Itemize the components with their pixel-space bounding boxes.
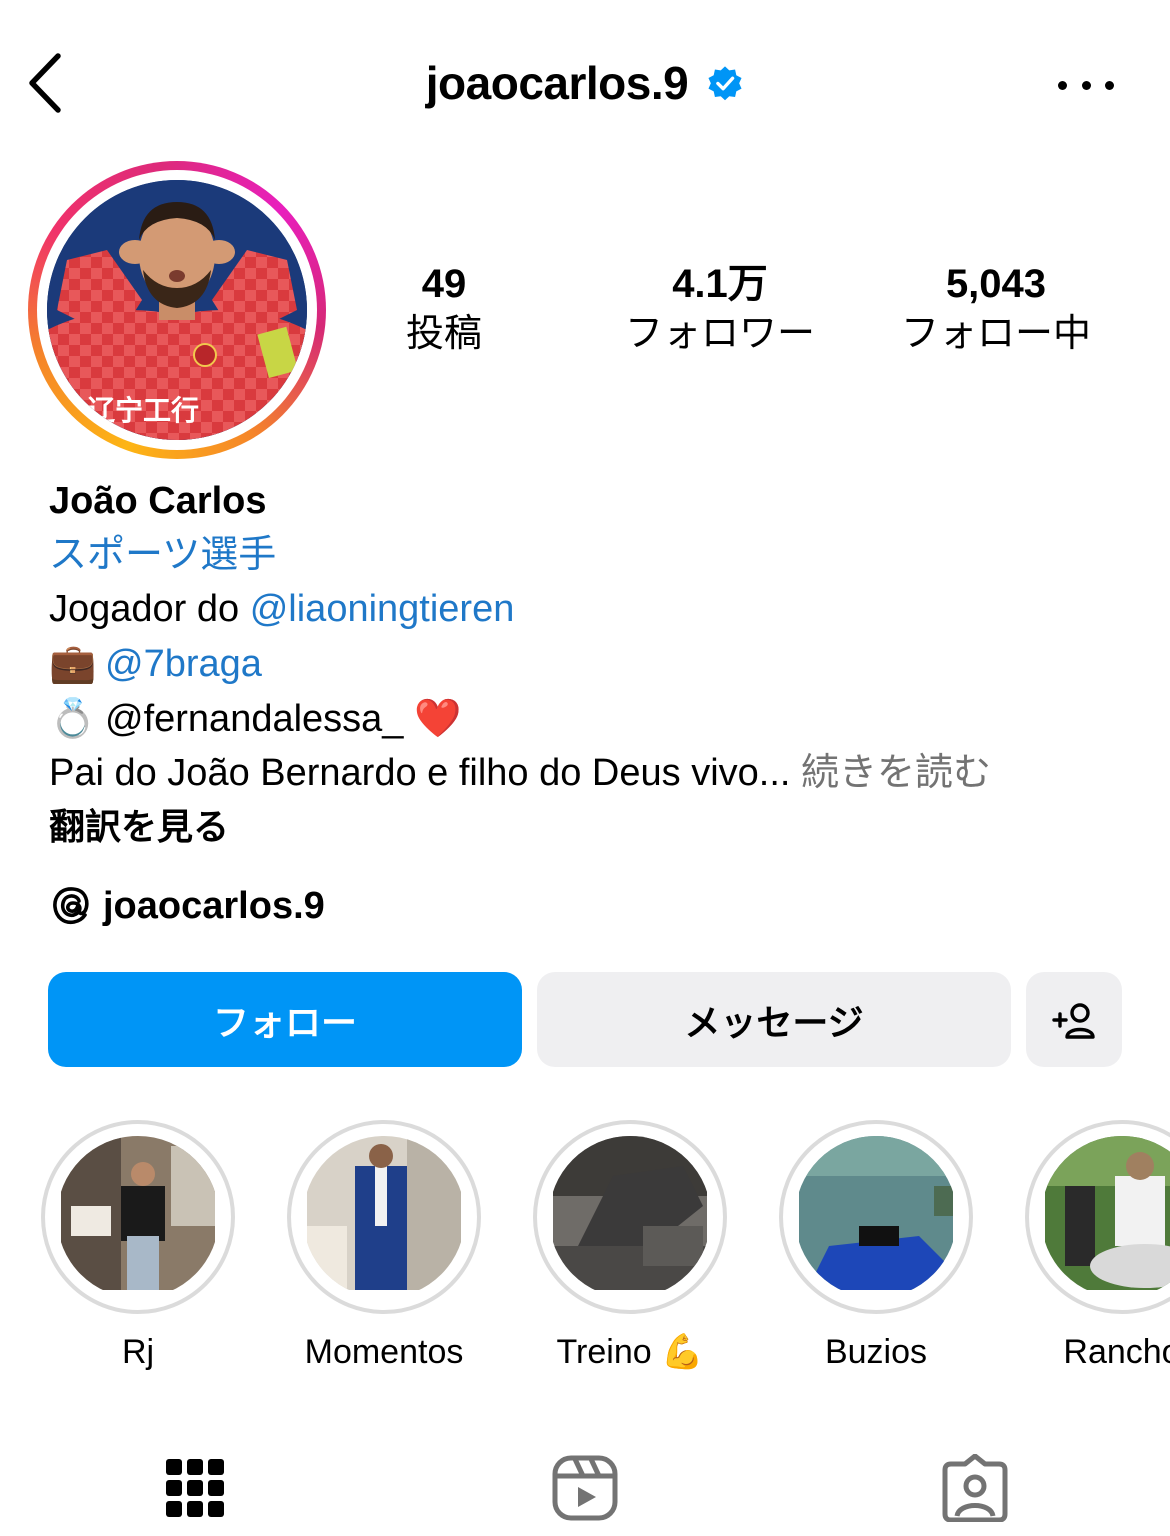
- category-label[interactable]: スポーツ選手: [49, 528, 1129, 582]
- highlight-rj[interactable]: Rj: [15, 1120, 261, 1374]
- highlight-ring: [1025, 1120, 1170, 1314]
- profile-tabs: [0, 1440, 1170, 1536]
- highlight-label: Buzios: [824, 1333, 928, 1371]
- highlight-cover: [57, 1136, 219, 1298]
- message-button[interactable]: メッセージ: [537, 972, 1011, 1067]
- heart-icon: ❤️: [414, 698, 462, 740]
- stat-followers-value: 4.1万: [672, 262, 768, 306]
- more-options-button[interactable]: [1058, 70, 1114, 100]
- ring-icon: 💍: [49, 696, 97, 740]
- highlight-label: Momentos: [304, 1333, 464, 1371]
- threads-handle: joaocarlos.9: [103, 884, 325, 927]
- highlight-ring: [533, 1120, 727, 1314]
- tagged-icon: [942, 1454, 1008, 1522]
- story-highlights: Rj Momentos Treino 💪 Buzios Rancho: [0, 1120, 1170, 1380]
- avatar-photo: 辽宁工行: [47, 180, 307, 440]
- bio-text: Jogador do: [49, 588, 250, 630]
- highlight-cover: [303, 1136, 465, 1298]
- tab-tagged[interactable]: [935, 1448, 1015, 1528]
- highlight-photo: [1045, 1136, 1170, 1290]
- mention-link[interactable]: @7braga: [105, 643, 262, 685]
- highlight-cover: [1041, 1136, 1170, 1298]
- header-title: joaocarlos.9: [0, 56, 1170, 110]
- bio-line-description: Pai do João Bernardo e filho do Deus viv…: [49, 746, 1129, 800]
- highlight-ring: [287, 1120, 481, 1314]
- display-name: João Carlos: [49, 480, 267, 522]
- bio-line-manager: 💼 @7braga: [49, 636, 1129, 691]
- tab-posts[interactable]: [155, 1448, 235, 1528]
- stat-followers-label: フォロワー: [624, 313, 815, 355]
- stat-posts-label: 投稿: [405, 313, 482, 355]
- highlight-photo: [61, 1136, 215, 1290]
- grid-icon: [166, 1459, 224, 1517]
- username: joaocarlos.9: [425, 57, 689, 109]
- highlight-photo: [553, 1136, 707, 1290]
- highlight-photo: [799, 1136, 953, 1290]
- highlight-cover: [795, 1136, 957, 1298]
- more-dot: [1081, 80, 1091, 90]
- threads-icon: [53, 887, 89, 925]
- stat-following-value: 5,043: [945, 262, 1047, 306]
- threads-link[interactable]: joaocarlos.9: [49, 884, 325, 928]
- highlight-ring: [779, 1120, 973, 1314]
- stat-following-label: フォロー中: [900, 313, 1091, 355]
- briefcase-icon: 💼: [49, 641, 97, 685]
- suggested-users-button[interactable]: [1026, 972, 1122, 1067]
- highlight-momentos[interactable]: Momentos: [261, 1120, 507, 1374]
- highlight-photo: [307, 1136, 461, 1290]
- bio-text: Pai do João Bernardo e filho do Deus viv…: [49, 752, 791, 794]
- highlight-rancho[interactable]: Rancho: [999, 1120, 1170, 1374]
- stat-posts[interactable]: 49 投稿: [383, 258, 505, 358]
- stat-following[interactable]: 5,043 フォロー中: [886, 258, 1106, 358]
- follow-button[interactable]: フォロー: [48, 972, 522, 1067]
- highlight-label: Treino 💪: [556, 1333, 704, 1371]
- stat-posts-value: 49: [421, 262, 467, 306]
- bio-line-club: Jogador do @liaoningtieren: [49, 582, 1129, 636]
- highlight-buzios[interactable]: Buzios: [753, 1120, 999, 1374]
- profile-header: joaocarlos.9: [0, 0, 1170, 170]
- tab-reels[interactable]: [545, 1448, 625, 1528]
- highlight-label: Rancho: [1063, 1333, 1170, 1371]
- read-more-link[interactable]: 続きを読む: [801, 752, 991, 794]
- bio: João Carlos スポーツ選手 Jogador do @liaoningt…: [49, 474, 1129, 854]
- highlight-label: Rj: [121, 1333, 155, 1371]
- highlight-ring: [41, 1120, 235, 1314]
- see-translation-link[interactable]: 翻訳を見る: [49, 800, 1129, 854]
- highlight-cover: [549, 1136, 711, 1298]
- svg-text:辽宁工行: 辽宁工行: [87, 394, 199, 427]
- more-dot: [1105, 80, 1114, 90]
- verified-badge-icon: [708, 66, 742, 101]
- profile-avatar-story-ring[interactable]: 辽宁工行: [28, 161, 326, 459]
- stat-followers[interactable]: 4.1万 フォロワー: [610, 258, 830, 358]
- highlight-treino[interactable]: Treino 💪: [507, 1120, 753, 1374]
- bio-line-spouse: 💍 @fernandalessa_ ❤️: [49, 691, 1129, 746]
- avatar: 辽宁工行: [47, 180, 307, 440]
- mention-link[interactable]: @liaoningtieren: [250, 588, 515, 630]
- avatar-inner: 辽宁工行: [37, 170, 317, 450]
- bio-text: @fernandalessa_: [105, 698, 404, 740]
- reels-icon: [552, 1455, 618, 1521]
- add-user-icon: [1052, 1002, 1095, 1039]
- more-horizontal-icon: [1058, 80, 1067, 90]
